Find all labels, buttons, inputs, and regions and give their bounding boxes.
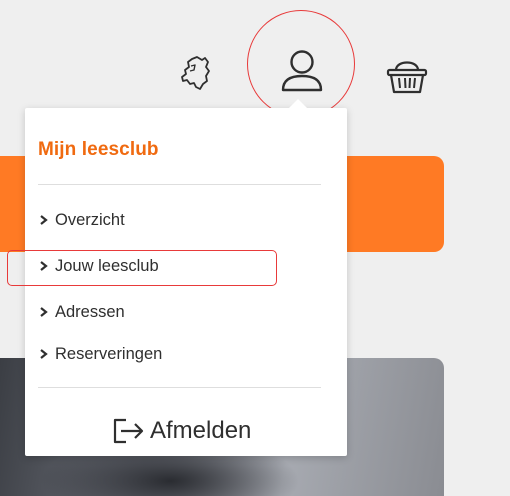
- menu-item-label: Overzicht: [55, 210, 125, 229]
- menu-item-reserveringen[interactable]: Reserveringen: [39, 342, 162, 366]
- dropdown-title: Mijn leesclub: [38, 139, 159, 160]
- menu-item-label: Reserveringen: [55, 344, 163, 363]
- chevron-right-icon: [40, 307, 48, 317]
- shopping-basket-icon[interactable]: [384, 54, 430, 96]
- page: Mijn leesclub Overzicht Jouw leesclub Ad…: [0, 0, 510, 496]
- logout-icon: [113, 418, 144, 444]
- chevron-right-icon: [40, 349, 48, 359]
- logout-button[interactable]: Afmelden: [112, 412, 251, 450]
- divider: [38, 184, 321, 185]
- menu-item-adressen[interactable]: Adressen: [39, 300, 125, 324]
- menu-item-overzicht[interactable]: Overzicht: [39, 208, 125, 232]
- menu-item-label: Adressen: [55, 302, 125, 321]
- netherlands-map-icon[interactable]: [178, 54, 216, 92]
- divider: [38, 387, 321, 388]
- logout-label: Afmelden: [150, 417, 252, 444]
- chevron-right-icon: [40, 215, 48, 225]
- selected-item-highlight: [7, 250, 277, 286]
